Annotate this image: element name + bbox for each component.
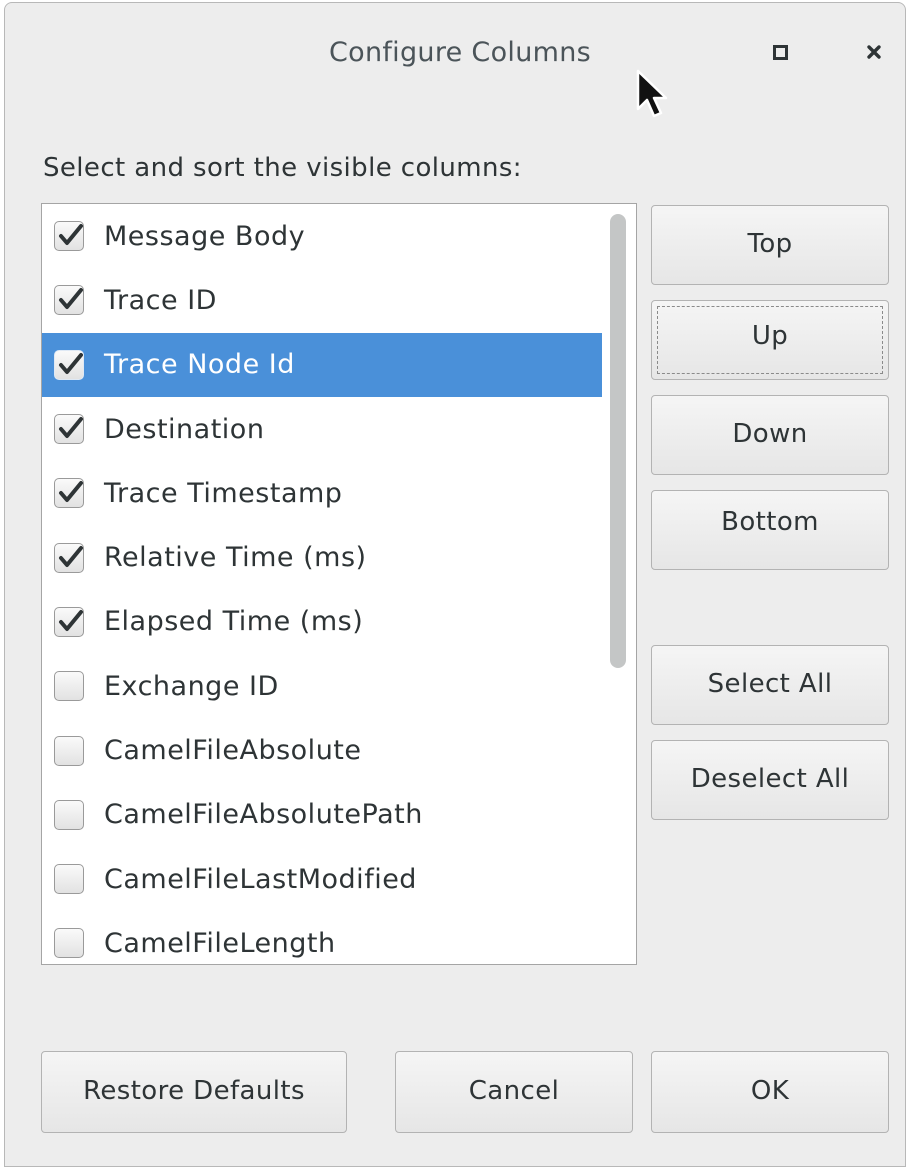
column-checkbox[interactable] [54,478,84,509]
cancel-label: Cancel [468,1076,560,1106]
move-bottom-button[interactable]: Bottom [651,490,889,570]
deselect-all-label: Deselect All [690,764,850,794]
move-up-label: Up [751,321,789,351]
column-label: Trace ID [104,284,217,316]
cancel-button[interactable]: Cancel [395,1051,633,1133]
column-label: Message Body [104,220,306,252]
vertical-scrollbar[interactable] [602,204,636,964]
column-label: CamelFileLastModified [104,863,417,895]
column-checkbox[interactable] [54,735,84,766]
restore-defaults-button[interactable]: Restore Defaults [41,1051,347,1133]
column-checkbox[interactable] [54,606,84,637]
move-bottom-label: Bottom [721,507,819,537]
column-label: Elapsed Time (ms) [104,606,364,638]
ok-button[interactable]: OK [651,1051,889,1133]
move-top-label: Top [747,229,793,259]
column-label: Destination [104,413,265,445]
column-list-item[interactable]: Exchange ID [42,654,602,718]
column-checkbox[interactable] [54,285,84,316]
title-bar[interactable]: Configure Columns [5,3,905,103]
column-label: Relative Time (ms) [104,542,367,574]
restore-defaults-label: Restore Defaults [83,1076,305,1106]
column-checkbox[interactable] [54,221,84,252]
column-list-item[interactable]: Trace ID [42,268,602,332]
move-top-button[interactable]: Top [651,205,889,285]
column-label: Exchange ID [104,670,279,702]
column-checkbox[interactable] [54,799,84,830]
columns-list-items: Message Body Trace ID Trace Node Id Destina… [42,204,602,964]
column-list-item[interactable]: Destination [42,397,602,461]
column-checkbox[interactable] [54,671,84,702]
column-label: CamelFileLength [104,927,336,959]
column-checkbox[interactable] [54,414,84,445]
column-label: CamelFileAbsolutePath [104,799,423,831]
column-checkbox[interactable] [54,864,84,895]
checkmark-icon [59,224,83,246]
instruction-label: Select and sort the visible columns: [43,153,522,183]
column-list-item[interactable]: Trace Node Id [42,332,602,397]
checkmark-icon [59,609,83,631]
column-list-item[interactable]: CamelFileLastModified [42,847,602,911]
checkmark-icon [59,288,83,310]
column-list-item[interactable]: CamelFileAbsolute [42,718,602,782]
checkmark-icon [59,417,83,439]
checkmark-icon [59,352,83,374]
scrollbar-thumb[interactable] [610,214,626,668]
select-all-button[interactable]: Select All [651,645,889,725]
column-list-item[interactable]: CamelFileAbsolutePath [42,783,602,847]
maximize-button[interactable] [767,39,793,65]
deselect-all-button[interactable]: Deselect All [651,740,889,820]
column-label: Trace Timestamp [104,477,343,509]
maximize-icon [772,44,788,60]
column-checkbox[interactable] [54,928,84,959]
checkmark-icon [59,481,83,503]
configure-columns-dialog: Configure Columns Select and sort the vi… [4,2,906,1167]
column-list-item[interactable]: Relative Time (ms) [42,525,602,589]
column-checkbox[interactable] [54,542,84,573]
column-label: Trace Node Id [104,349,295,381]
select-all-label: Select All [707,669,833,699]
column-list-item[interactable]: Message Body [42,204,602,268]
columns-list[interactable]: Message Body Trace ID Trace Node Id Destina… [41,203,637,965]
mouse-pointer-icon [636,69,668,118]
move-down-button[interactable]: Down [651,395,889,475]
column-list-item[interactable]: Trace Timestamp [42,461,602,525]
move-down-label: Down [732,419,808,449]
column-checkbox[interactable] [54,349,84,380]
close-button[interactable] [861,39,887,65]
column-label: CamelFileAbsolute [104,735,362,767]
move-up-button[interactable]: Up [651,300,889,380]
column-list-item[interactable]: Elapsed Time (ms) [42,590,602,654]
close-icon [867,45,881,59]
checkmark-icon [59,545,83,567]
ok-label: OK [750,1076,790,1106]
column-list-item[interactable]: CamelFileLength [42,911,602,964]
